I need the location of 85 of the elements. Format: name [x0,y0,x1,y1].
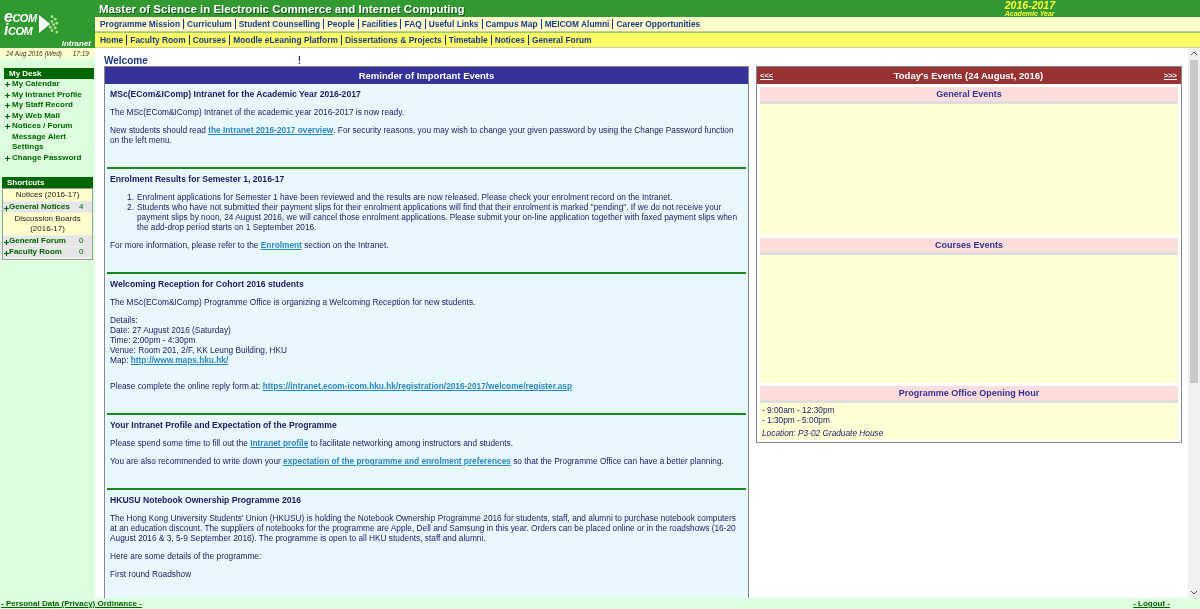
plus-icon [5,82,10,87]
plus-icon [5,113,10,119]
list-item: Students who have not submitted their payment slips for their enrolment applications will find that their enrolment is marked "pending". If we do not receive your payment slips by noon, 24 August 2016, we will cancel those enrolment applications. Please submit your on-line application together with faxed payment slips when the add-drop period starts on 1 September 2016. [137,202,739,232]
section-title: Welcoming Reception for Cohort 2016 students [110,279,305,289]
list-number: 2. [126,202,134,214]
paragraph: New students should read the Intranet 2016-2017 overview. For security reasons, you may wish to change your given password by using the Change Password function on the left menu. [110,125,735,145]
logout-link[interactable]: - Logout - [1133,599,1170,608]
welcome-text: Welcome [104,55,148,66]
detail-line: Details: [110,315,139,325]
paragraph: The MSc(ECom&IComp) Programme Office is organizing a Welcoming Reception for new students. [110,297,477,307]
nav-link[interactable]: FAQ [400,19,425,29]
detail-line: Date: 27 August 2016 (Saturday) [110,325,232,335]
intranet-logo[interactable]: eCOM iCOM Intranet [0,0,95,48]
nav-link[interactable]: Dissertations & Projects [340,35,445,45]
shortcut-link[interactable]: General Notices 4 [3,202,92,212]
nav-link[interactable]: MEICOM Alumni [540,19,613,29]
menu-link[interactable]: Notices / Forum Message Alert Settings [4,121,94,153]
detail-line: Map: http://www.maps.hku.hk/ [110,355,230,365]
detail-line: Time: 2:00pm - 4:30pm [110,335,197,345]
nav-link[interactable]: Faculty Room [126,35,189,45]
nav-link[interactable]: Courses [188,35,230,45]
site-title: Master of Science in Electronic Commerce and Internet Computing [99,2,465,15]
plus-icon [5,103,10,108]
shortcut-link[interactable]: General Forum 0 [3,236,92,246]
opening-hour: - 9:00am - 12:30pm [762,405,836,415]
events-subheader: Courses Events [760,238,1178,255]
scrollbar[interactable] [1188,48,1200,598]
group-label: Notices (2016-17) [3,189,92,201]
events-subheader: General Events [760,87,1178,104]
menu-link[interactable]: My Calendar [4,79,94,90]
nav-link[interactable]: Useful Links [424,19,482,29]
plus-icon [5,124,10,129]
exclamation-mark: ! [297,55,302,66]
nav-link[interactable]: People [323,19,358,29]
menu-link[interactable]: My Staff Record [4,100,94,111]
nav-link[interactable]: Campus Map [481,19,541,29]
academic-year: 2016-2017 [1004,0,1055,10]
nav-link[interactable]: Facilities [357,19,401,29]
paragraph: The MSc(ECom&IComp) Intranet of the academic year 2016-2017 is now ready. [110,107,406,117]
inline-link[interactable]: Intranet profile [250,438,309,448]
paragraph: For more information, please refer to the Enrolment section on the Intranet. [110,240,390,250]
nav-link[interactable]: Career Opportunities [612,19,704,29]
nav-link[interactable]: Moodle eLeaning Platform [229,35,341,45]
menu-link[interactable]: My Intranet Profile [4,89,94,100]
nav-link[interactable]: Student Counselling [234,19,324,29]
nav-link[interactable]: Timetable [444,35,491,45]
plus-icon [4,240,9,245]
paragraph: Please complete the online reply form at: https://intranet.ecom-icom.hku.hk/registration/2016-2017/welcome/register.asp [110,381,574,391]
location-text: Location: P3-02 Graduate House [762,428,885,438]
inline-link[interactable]: Enrolment [260,240,302,250]
section-header: Shortcuts [2,177,93,188]
panel-title: Reminder of Important Events [105,67,748,84]
nav-link[interactable]: Programme Mission [97,19,184,29]
section-title: Enrolment Results for Semester 1, 2016-17 [110,174,286,184]
section-title: MSc(ECom&IComp) Intranet for the Academic Year 2016-2017 [110,89,362,99]
paragraph: Please spend some time to fill out the Intranet profile to facilitate networking among instructors and students. [110,438,515,448]
events-subheader: Programme Office Opening Hour [760,386,1178,403]
list-number: 1. [126,192,134,202]
paragraph: First round Roadshow [110,569,193,579]
nav-link[interactable]: General Forum [527,35,595,45]
privacy-link[interactable]: - Personal Data (Privacy) Ordinance - [1,599,142,608]
plus-icon [5,92,10,98]
section-title: HKUSU Notebook Ownership Programme 2016 [110,495,303,505]
plus-icon [5,155,10,161]
plus-icon [4,206,9,211]
shortcut-link[interactable]: Faculty Room 0 [3,247,92,257]
paragraph: You are also recommended to write down your expectation of the programme and enrolment preferences so that the Programme Office can have a better planning. [110,456,725,466]
nav-link[interactable]: Home [97,35,127,45]
menu-link[interactable]: My Web Mail [4,110,94,121]
nav-link[interactable]: Notices [490,35,528,45]
inline-link[interactable]: expectation of the programme and enrolment preferences [283,456,511,466]
list-item: Enrolment applications for Semester 1 have been reviewed and the results are now released. Please check your enrolment record on the Intranet. [137,192,673,202]
panel-title: Today's Events (24 August, 2016) [893,70,1044,81]
section-header: My Desk [4,68,94,79]
menu-link[interactable]: Change Password [4,152,94,163]
nav-link[interactable]: Curriculum [183,19,235,29]
group-label: Discussion Boards (2016-17) [3,213,92,235]
opening-hour: - 1:30pm - 5:00pm [762,415,831,425]
plus-icon [4,251,9,256]
detail-line: Venue: Room 201, 2/F, KK Leung Building, HKU [110,345,289,355]
paragraph: The Hong Kong University Students' Union (HKUSU) is holding the Notebook Ownership Programme 2016 for students, staff, and alumni to purchase notebook computers at an education discount. The suppliers of notebooks for the programme are Apple, Dell and Samsung in this year. Orders can be placed online or in the roadshows (16-20 August 2016 & 3, 5-9 September 2016). The programme is open to all HKU students, staff and alumni. [110,513,737,543]
paragraph: Here are some details of the programme: [110,551,263,561]
inline-link[interactable]: https://intranet.ecom-icom.hku.hk/registration/2016-2017/welcome/register.asp [262,381,573,391]
section-title: Your Intranet Profile and Expectation of the Programme [110,420,338,430]
inline-link[interactable]: http://www.maps.hku.hk/ [130,355,229,365]
